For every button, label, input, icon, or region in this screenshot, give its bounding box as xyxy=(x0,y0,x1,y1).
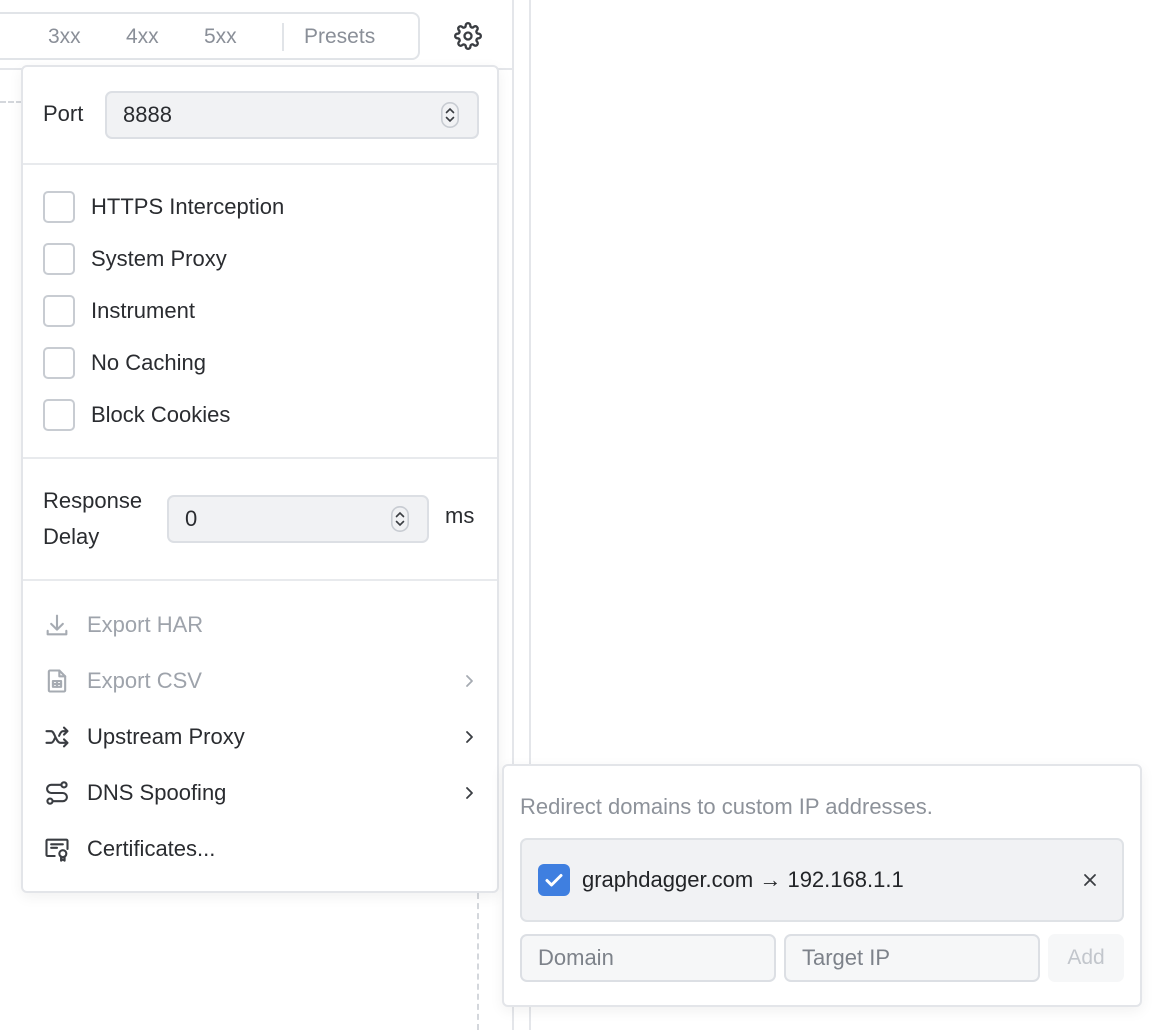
section-divider xyxy=(23,579,497,581)
option-label: HTTPS Interception xyxy=(91,194,285,219)
filter-5xx[interactable]: 5xx xyxy=(204,25,237,49)
gear-icon[interactable] xyxy=(454,22,482,50)
option-label: Block Cookies xyxy=(91,402,231,427)
menu-item-label: Export CSV xyxy=(87,668,202,693)
menu-item-label: Certificates... xyxy=(87,836,216,861)
drop-zone-border-vertical xyxy=(477,893,479,1030)
export-har-item[interactable]: Export HAR xyxy=(43,607,483,643)
section-divider xyxy=(23,457,497,459)
domain-input[interactable] xyxy=(520,934,776,982)
port-label: Port xyxy=(43,101,84,126)
dns-spoofing-submenu: Redirect domains to custom IP addresses.… xyxy=(502,764,1142,1007)
block-cookies-checkbox[interactable] xyxy=(43,399,75,431)
chevron-right-icon xyxy=(466,731,473,743)
filter-divider xyxy=(282,23,284,51)
port-value: 8888 xyxy=(123,102,172,127)
dns-description: Redirect domains to custom IP addresses. xyxy=(520,794,933,819)
rule-enabled-checkbox[interactable] xyxy=(538,864,570,896)
response-delay-input[interactable]: 0 xyxy=(167,495,429,543)
delay-value: 0 xyxy=(185,506,198,531)
export-csv-item[interactable]: Export CSV xyxy=(43,663,483,699)
route-icon xyxy=(46,781,68,805)
shuffle-icon xyxy=(45,726,69,748)
file-spreadsheet-icon xyxy=(47,669,67,693)
chevron-right-icon xyxy=(466,787,473,799)
presets-button[interactable]: Presets xyxy=(304,25,375,49)
menu-item-label: Upstream Proxy xyxy=(87,724,245,749)
close-icon[interactable] xyxy=(1080,870,1100,890)
no-caching-checkbox[interactable] xyxy=(43,347,75,379)
delay-label-line1: Response xyxy=(43,488,143,513)
menu-item-label: Export HAR xyxy=(87,612,204,637)
target-ip-input[interactable] xyxy=(784,934,1040,982)
delay-label-line2: Delay xyxy=(43,524,100,549)
filter-4xx[interactable]: 4xx xyxy=(126,25,159,49)
menu-item-label: DNS Spoofing xyxy=(87,780,227,805)
status-filter-group: x 3xx 4xx 5xx Presets xyxy=(0,12,420,60)
port-input[interactable]: 8888 xyxy=(105,91,479,139)
upstream-proxy-item[interactable]: Upstream Proxy xyxy=(43,719,483,755)
stepper-icon[interactable] xyxy=(391,506,409,532)
option-label: Instrument xyxy=(91,298,195,323)
stepper-icon[interactable] xyxy=(441,102,459,128)
filter-3xx[interactable]: 3xx xyxy=(48,25,81,49)
dns-rule-text: graphdagger.com → 192.168.1.1 xyxy=(582,867,904,892)
add-rule-button[interactable]: Add xyxy=(1048,934,1124,982)
instrument-checkbox[interactable] xyxy=(43,295,75,327)
settings-menu: Port 8888 HTTPS Interception System Prox… xyxy=(21,65,499,893)
delay-unit: ms xyxy=(445,503,475,528)
drop-zone-border xyxy=(0,101,22,103)
chevron-right-icon xyxy=(466,675,473,687)
certificates-item[interactable]: Certificates... xyxy=(43,831,483,867)
section-divider xyxy=(23,163,497,165)
dns-rule-row[interactable]: graphdagger.com → 192.168.1.1 xyxy=(520,838,1124,922)
check-icon xyxy=(545,874,563,887)
certificate-icon xyxy=(45,838,69,862)
system-proxy-option[interactable]: System Proxy xyxy=(43,243,227,275)
block-cookies-option[interactable]: Block Cookies xyxy=(43,399,230,431)
no-caching-option[interactable]: No Caching xyxy=(43,347,206,379)
option-label: System Proxy xyxy=(91,246,227,271)
instrument-option[interactable]: Instrument xyxy=(43,295,195,327)
https-interception-option[interactable]: HTTPS Interception xyxy=(43,191,284,223)
system-proxy-checkbox[interactable] xyxy=(43,243,75,275)
dns-spoofing-item[interactable]: DNS Spoofing xyxy=(43,775,483,811)
response-delay-label: Response Delay xyxy=(43,483,142,555)
option-label: No Caching xyxy=(91,350,206,375)
download-icon xyxy=(46,614,68,636)
https-interception-checkbox[interactable] xyxy=(43,191,75,223)
